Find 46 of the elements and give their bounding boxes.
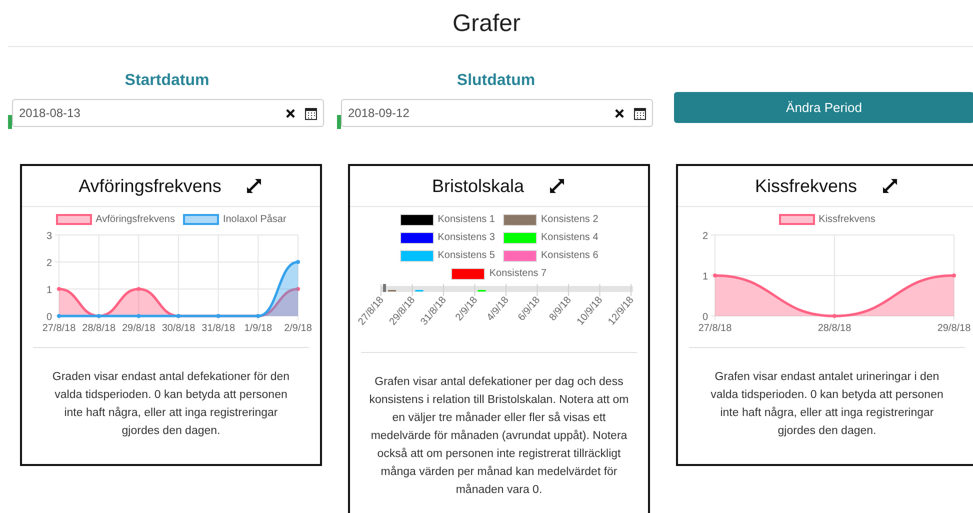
clear-icon[interactable] (286, 108, 295, 118)
legend-label: Konsistens 6 (541, 249, 598, 263)
axis-tick-label: 2 (46, 258, 52, 269)
axis-tick-label: 31/8/18 (202, 323, 236, 334)
card-title: Kissfrekvens (754, 174, 858, 198)
axis-tick-label: 28/8/18 (82, 323, 116, 334)
clear-icon[interactable] (615, 108, 624, 118)
field-label: Slutdatum (456, 71, 536, 91)
expand-icon[interactable] (548, 177, 566, 195)
axis-tick-label: 29/8/18 (937, 323, 971, 334)
axis-tick-label: 2/9/18 (284, 323, 312, 334)
date-field[interactable]: 2018-09-12 (341, 99, 653, 127)
expand-icon[interactable] (881, 177, 900, 195)
change-period-button[interactable]: Ändra Period (674, 92, 973, 123)
calendar-icon[interactable] (305, 106, 317, 120)
legend-label: Konsistens 4 (541, 231, 598, 245)
axis-tick-label: 3 (46, 231, 52, 242)
chart-description: Graden visar endast antal defekationer för den valda tidsperioden. 0 kan betyda att personen inte haft några, eller att inga registreringar gjordes den dagen. (51, 370, 291, 439)
legend-label: Kissfrekvens (818, 213, 876, 227)
axis-tick-label: 0 (46, 312, 52, 323)
legend-label: Konsistens 3 (438, 231, 495, 245)
calendar-icon[interactable] (634, 106, 646, 120)
page-title: Grafer (452, 9, 520, 39)
chart-description: Grafen visar antal defekationer per dag och dess konsistens i relation till Bristolskalan. Notera att om en väljer tre månader eller fler så visas ett medelvärde för månaden (avrundat uppåt). Notera också att om personen inte registrerat tillräckligt många värden per månad kan medelvärdet för månaden vara 0. (368, 375, 630, 498)
card-title: Bristolskala (432, 174, 524, 198)
legend-label: Konsistens 2 (541, 213, 598, 227)
legend-label: Konsistens 5 (438, 249, 495, 263)
legend-label: Konsistens 1 (438, 213, 495, 227)
axis-tick-label: 28/8/18 (818, 323, 852, 334)
card-title: Avföringsfrekvens (78, 174, 222, 198)
chart-description: Grafen visar endast antalet urineringar i den valda tidsperioden. 0 kan betyda att personen inte haft några, eller att inga registreringar gjordes den dagen. (710, 370, 944, 439)
axis-tick-label: 2 (702, 231, 708, 242)
date-field[interactable]: 2018-08-13 (12, 99, 324, 127)
axis-tick-label: 1 (46, 285, 52, 296)
legend-label: Konsistens 7 (489, 267, 547, 281)
expand-icon[interactable] (245, 177, 264, 195)
field-label: Startdatum (124, 71, 210, 91)
axis-tick-label: 30/8/18 (162, 323, 196, 334)
axis-tick-label: 0 (702, 312, 708, 323)
legend-label: Inolaxol Påsar (222, 213, 286, 227)
axis-tick-label: 27/8/18 (42, 323, 76, 334)
axis-tick-label: 1 (702, 272, 708, 282)
legend-label: Avföringsfrekvens (96, 213, 175, 227)
axis-tick-label: 1/9/18 (244, 323, 272, 334)
axis-tick-label: 29/8/18 (122, 323, 156, 334)
axis-tick-label: 27/8/18 (698, 323, 732, 334)
